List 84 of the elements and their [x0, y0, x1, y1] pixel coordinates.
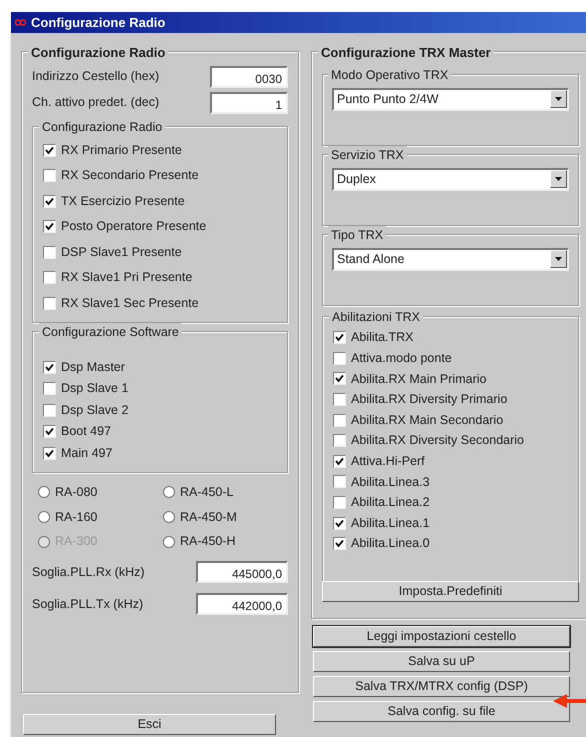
- checkbox[interactable]: [43, 404, 56, 417]
- checkbox-label: Dsp Slave 1: [61, 380, 128, 398]
- checkbox-label: Main 497: [61, 444, 112, 462]
- checkbox[interactable]: [333, 537, 346, 550]
- radio-button[interactable]: [163, 486, 175, 498]
- checkbox-label: Abilita.RX Main Primario: [351, 370, 486, 388]
- dropdown[interactable]: Stand Alone: [332, 248, 569, 270]
- app-icon: [15, 19, 26, 26]
- dropdown-value: Stand Alone: [337, 250, 404, 268]
- checkbox-label: RX Primario Presente: [61, 142, 182, 159]
- checkbox[interactable]: [43, 220, 56, 234]
- checkbox[interactable]: [43, 296, 56, 310]
- checkbox[interactable]: [333, 414, 346, 427]
- checkbox-label: TX Esercizio Presente: [61, 192, 185, 210]
- arrow-icon: [553, 693, 586, 709]
- dropdown-arrow-icon: [555, 177, 562, 181]
- checkbox[interactable]: [333, 516, 346, 530]
- field-label: Indirizzo Cestello (hex): [32, 68, 160, 86]
- dropdown-arrow-icon: [555, 97, 562, 101]
- checkbox-label: RX Slave1 Pri Presente: [61, 269, 192, 286]
- group-title: Configurazione Software: [39, 322, 182, 342]
- checkbox-label: Posto Operatore Presente: [61, 218, 206, 236]
- window-title: Configurazione Radio: [31, 14, 166, 32]
- field-label: Ch. attivo predet. (dec): [32, 94, 160, 112]
- checkbox-label: Abilita.RX Diversity Secondario: [351, 432, 524, 450]
- checkbox-label: Dsp Master: [61, 358, 125, 376]
- checkbox[interactable]: [333, 331, 346, 344]
- dropdown[interactable]: Punto Punto 2/4W: [332, 88, 569, 110]
- radio-label: RA-450-H: [180, 533, 236, 550]
- field-label: Soglia.PLL.Tx (kHz): [32, 596, 144, 613]
- checkbox[interactable]: [333, 393, 346, 406]
- checkbox[interactable]: [43, 194, 56, 208]
- checkbox-label: RX Secondario Presente: [61, 167, 199, 184]
- action-button[interactable]: Salva config. su file: [313, 701, 570, 722]
- checkbox[interactable]: [333, 454, 346, 468]
- checkbox-label: Abilita.TRX: [351, 329, 414, 346]
- defaults-button[interactable]: Imposta.Predefiniti: [322, 580, 579, 602]
- radio-label: RA-080: [55, 484, 98, 501]
- checkbox[interactable]: [333, 352, 346, 365]
- radio-button[interactable]: [38, 486, 50, 498]
- group-title: Tipo TRX: [328, 226, 386, 244]
- checkbox[interactable]: [43, 446, 56, 460]
- checkbox-label: Abilita.Linea.2: [351, 494, 430, 512]
- radio-button[interactable]: [163, 536, 175, 548]
- checkbox[interactable]: [43, 382, 56, 396]
- action-button[interactable]: Leggi impostazioni cestello: [313, 626, 570, 647]
- radio-label: RA-160: [55, 508, 98, 526]
- action-button[interactable]: Salva TRX/MTRX config (DSP): [313, 676, 570, 697]
- action-button[interactable]: Salva su uP: [313, 651, 570, 672]
- checkbox[interactable]: [43, 246, 56, 259]
- checkbox-label: RX Slave1 Sec Presente: [61, 294, 199, 312]
- checkbox[interactable]: [43, 425, 56, 438]
- input-field[interactable]: 442000,0: [196, 593, 288, 615]
- checkbox-label: Dsp Slave 2: [61, 402, 128, 419]
- checkbox[interactable]: [43, 360, 56, 374]
- checkbox-label: Abilita.Linea.1: [351, 514, 430, 532]
- checkbox[interactable]: [43, 144, 56, 157]
- checkbox-label: DSP Slave1 Presente: [61, 244, 182, 261]
- radio-button[interactable]: [163, 510, 175, 523]
- checkbox-label: Abilita.Linea.3: [351, 474, 430, 491]
- checkbox-label: Attiva.Hi-Perf: [351, 452, 425, 470]
- input-field[interactable]: 1: [210, 92, 288, 114]
- dropdown[interactable]: Duplex: [332, 168, 569, 190]
- checkbox[interactable]: [333, 475, 346, 488]
- checkbox[interactable]: [333, 372, 346, 386]
- checkbox[interactable]: [43, 169, 56, 182]
- checkbox-label: Abilita.RX Main Secondario: [351, 412, 504, 429]
- checkbox-label: Abilita.Linea.0: [351, 535, 430, 552]
- radio-label: RA-450-L: [180, 484, 234, 501]
- checkbox[interactable]: [333, 496, 346, 510]
- field-label: Soglia.PLL.Rx (kHz): [32, 564, 145, 581]
- checkbox-label: Boot 497: [61, 423, 112, 440]
- dropdown-value: Punto Punto 2/4W: [337, 90, 438, 108]
- input-field[interactable]: 445000,0: [196, 561, 288, 583]
- checkbox[interactable]: [333, 434, 346, 448]
- checkbox-label: Abilita.RX Diversity Primario: [351, 391, 508, 408]
- dropdown-arrow-icon: [555, 257, 562, 261]
- checkbox[interactable]: [43, 271, 56, 284]
- input-field[interactable]: 0030: [210, 66, 288, 88]
- radio-label: RA-450-M: [180, 508, 237, 526]
- dropdown-value: Duplex: [337, 170, 376, 188]
- radio-button[interactable]: [38, 510, 50, 523]
- exit-button[interactable]: Esci: [23, 714, 276, 735]
- checkbox-label: Attiva.modo ponte: [351, 350, 452, 368]
